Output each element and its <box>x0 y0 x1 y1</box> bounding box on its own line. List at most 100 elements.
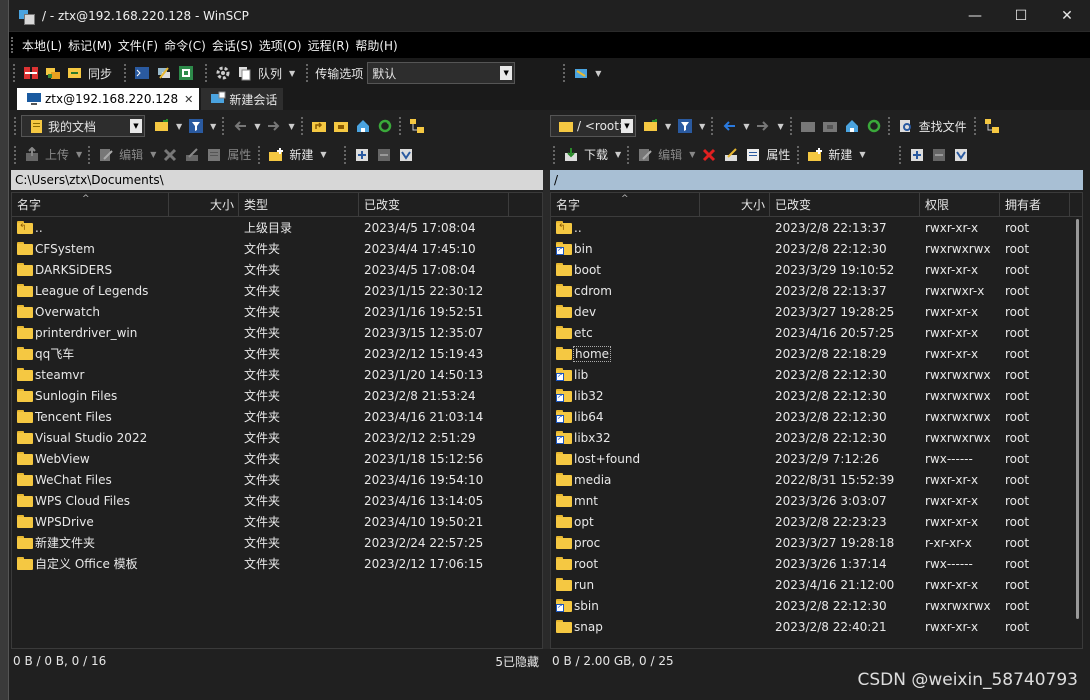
home-icon[interactable] <box>354 117 372 135</box>
file-row[interactable]: qq飞车 文件夹 2023/2/12 15:19:43 <box>12 343 542 364</box>
open-folder-icon[interactable] <box>153 117 171 135</box>
parent-directory-icon[interactable] <box>799 117 817 135</box>
edit-dropdown-icon[interactable]: ▼ <box>150 150 156 159</box>
toolbar-grip[interactable] <box>258 145 262 164</box>
new-dropdown-icon[interactable]: ▼ <box>320 150 326 159</box>
find-files-icon[interactable] <box>897 117 915 135</box>
new-dropdown-icon[interactable]: ▼ <box>859 150 865 159</box>
session-sync-icon[interactable] <box>572 64 590 82</box>
menu-session[interactable]: 会话(S) <box>209 37 256 54</box>
menu-options[interactable]: 选项(O) <box>256 37 305 54</box>
menu-help[interactable]: 帮助(H) <box>352 37 400 54</box>
toolbar-grip[interactable] <box>398 117 403 135</box>
toolbar-grip[interactable] <box>887 117 892 135</box>
upload-label[interactable]: 上传 <box>45 146 69 163</box>
file-row[interactable]: ↰.. 上级目录 2023/4/5 17:08:04 <box>12 217 542 238</box>
toolbar-grip[interactable] <box>797 145 801 164</box>
toolbar-grip[interactable] <box>789 117 794 135</box>
properties-label[interactable]: 属性 <box>766 146 790 163</box>
synchronize-browsing-icon[interactable] <box>44 64 62 82</box>
new-label[interactable]: 新建 <box>828 146 852 163</box>
file-row[interactable]: DARKSiDERS 文件夹 2023/4/5 17:08:04 <box>12 259 542 280</box>
toolbar-grip[interactable] <box>343 145 348 164</box>
download-icon[interactable] <box>562 146 580 164</box>
find-files-label[interactable]: 查找文件 <box>919 118 967 135</box>
chevron-down-icon[interactable]: ▼ <box>621 119 633 133</box>
file-row[interactable]: ↰.. 2023/2/8 22:13:37 rwxr-xr-x root <box>551 217 1082 238</box>
open-folder-dropdown-icon[interactable]: ▼ <box>665 122 671 131</box>
toolbar-grip[interactable] <box>222 117 226 135</box>
queue-icon[interactable] <box>236 64 254 82</box>
preferences-gear-icon[interactable] <box>214 64 232 82</box>
toolbar-grip[interactable] <box>973 117 978 135</box>
pane-splitter[interactable] <box>543 170 550 649</box>
delete-icon[interactable] <box>700 146 718 164</box>
new-folder-icon[interactable] <box>806 146 824 164</box>
edit-icon[interactable] <box>97 146 115 164</box>
toolbar-grip[interactable] <box>711 117 715 135</box>
toolbar-grip[interactable] <box>563 64 567 82</box>
session-dropdown-icon[interactable]: ▼ <box>595 69 601 78</box>
toolbar-grip[interactable] <box>14 117 18 135</box>
file-row[interactable]: sbin 2023/2/8 22:12:30 rwxrwxrwx root <box>551 595 1082 616</box>
back-dropdown-icon[interactable]: ▼ <box>254 122 260 131</box>
unselect-all-icon[interactable] <box>375 146 393 164</box>
file-row[interactable]: lib 2023/2/8 22:12:30 rwxrwxrwx root <box>551 364 1082 385</box>
toolbar-grip[interactable] <box>124 64 128 82</box>
new-label[interactable]: 新建 <box>289 146 313 163</box>
terminal-icon[interactable] <box>133 64 151 82</box>
menu-remote[interactable]: 远程(R) <box>305 37 353 54</box>
new-folder-icon[interactable] <box>267 146 285 164</box>
root-directory-icon[interactable] <box>332 117 350 135</box>
file-row[interactable]: printerdriver_win 文件夹 2023/3/15 12:35:07 <box>12 322 542 343</box>
file-row[interactable]: home 2023/2/8 22:18:29 rwxr-xr-x root <box>551 343 1082 364</box>
file-row[interactable]: WPSDrive 文件夹 2023/4/10 19:50:21 <box>12 511 542 532</box>
file-row[interactable]: League of Legends 文件夹 2023/1/15 22:30:12 <box>12 280 542 301</box>
file-row[interactable]: root 2023/3/26 1:37:14 rwx------ root <box>551 553 1082 574</box>
scrollbar-thumb[interactable] <box>1076 219 1079 619</box>
filter-icon[interactable] <box>676 117 694 135</box>
toolbar-grip[interactable] <box>553 145 557 164</box>
tab-new-session[interactable]: 新建会话 <box>201 88 284 110</box>
upload-icon[interactable] <box>23 146 41 164</box>
toolbar-grip[interactable] <box>627 145 631 164</box>
column-header-size[interactable]: 大小 <box>700 193 770 216</box>
file-row[interactable]: Overwatch 文件夹 2023/1/16 19:52:51 <box>12 301 542 322</box>
file-row[interactable]: Tencent Files 文件夹 2023/4/16 21:03:14 <box>12 406 542 427</box>
column-header-name[interactable]: 名字 <box>12 193 169 216</box>
file-row[interactable]: libx32 2023/2/8 22:12:30 rwxrwxrwx root <box>551 427 1082 448</box>
forward-dropdown-icon[interactable]: ▼ <box>288 122 294 131</box>
menu-mark[interactable]: 标记(M) <box>65 37 115 54</box>
queue-dropdown-icon[interactable]: ▼ <box>289 69 295 78</box>
edit-dropdown-icon[interactable]: ▼ <box>689 150 695 159</box>
home-icon[interactable] <box>843 117 861 135</box>
tree-view-icon[interactable] <box>408 117 426 135</box>
left-status-hidden[interactable]: 5已隐藏 <box>495 653 539 670</box>
back-arrow-icon[interactable] <box>720 117 738 135</box>
column-header-type[interactable]: 类型 <box>239 193 359 216</box>
forward-arrow-icon[interactable] <box>754 117 772 135</box>
root-directory-icon[interactable] <box>821 117 839 135</box>
column-header-changed[interactable]: 已改变 <box>359 193 509 216</box>
right-file-list[interactable]: 名字 大小 已改变 权限 拥有者 ^ ↰.. 2023/2/8 22:13:37 r… <box>550 192 1083 649</box>
file-row[interactable]: bin 2023/2/8 22:12:30 rwxrwxrwx root <box>551 238 1082 259</box>
file-row[interactable]: mnt 2023/3/26 3:03:07 rwxr-xr-x root <box>551 490 1082 511</box>
file-row[interactable]: WeChat Files 文件夹 2023/4/16 19:54:10 <box>12 469 542 490</box>
edit-icon[interactable] <box>636 146 654 164</box>
file-row[interactable]: WebView 文件夹 2023/1/18 15:12:56 <box>12 448 542 469</box>
file-row[interactable]: steamvr 文件夹 2023/1/20 14:50:13 <box>12 364 542 385</box>
properties-label[interactable]: 属性 <box>227 146 251 163</box>
toolbar-grip[interactable] <box>88 145 92 164</box>
compare-directories-icon[interactable] <box>22 64 40 82</box>
forward-arrow-icon[interactable] <box>265 117 283 135</box>
menu-grip[interactable] <box>11 37 15 53</box>
left-path-bar[interactable]: C:\Users\ztx\Documents\ <box>11 170 543 190</box>
download-label[interactable]: 下载 <box>584 146 608 163</box>
toolbar-grip[interactable] <box>14 145 18 164</box>
back-dropdown-icon[interactable]: ▼ <box>743 122 749 131</box>
open-folder-icon[interactable] <box>642 117 660 135</box>
filter-dropdown-icon[interactable]: ▼ <box>210 122 216 131</box>
file-row[interactable]: 自定义 Office 模板 文件夹 2023/2/12 17:06:15 <box>12 553 542 574</box>
file-row[interactable]: boot 2023/3/29 19:10:52 rwxr-xr-x root <box>551 259 1082 280</box>
file-row[interactable]: dev 2023/3/27 19:28:25 rwxr-xr-x root <box>551 301 1082 322</box>
